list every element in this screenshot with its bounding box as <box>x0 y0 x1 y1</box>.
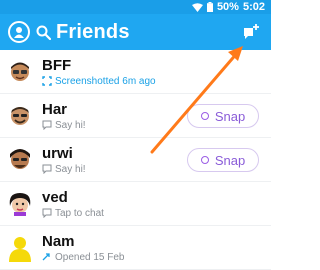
friend-status: Say hi! <box>42 120 86 131</box>
new-chat-button[interactable] <box>239 20 263 44</box>
bitmoji-avatar <box>6 58 34 86</box>
screenshot-icon <box>42 76 52 86</box>
page-title: Friends <box>56 20 130 43</box>
friend-status-text: Say hi! <box>55 119 86 131</box>
ghost-icon <box>14 27 24 38</box>
friend-status-text: Opened 15 Feb <box>55 251 125 263</box>
snap-button[interactable]: Snap <box>187 104 259 128</box>
chat-bubble-icon <box>42 208 52 218</box>
bitmoji-avatar <box>6 146 34 174</box>
friend-name: ved <box>42 188 68 206</box>
status-bar: 50% 5:02 <box>0 0 271 14</box>
friend-row-urwi[interactable]: urwi Say hi! Snap <box>0 138 271 182</box>
battery-percent: 50% <box>216 1 239 13</box>
friend-status-text: Say hi! <box>55 163 86 175</box>
default-avatar <box>6 234 34 262</box>
chat-bubble-icon <box>42 120 52 130</box>
bitmoji-avatar <box>6 190 34 218</box>
bitmoji-avatar <box>6 102 34 130</box>
battery-icon <box>206 2 213 12</box>
friend-status-text: Tap to chat <box>55 207 104 219</box>
friend-name: Nam <box>42 232 75 250</box>
snap-dot-icon <box>200 112 209 120</box>
snap-button[interactable]: Snap <box>187 148 259 172</box>
search-button[interactable]: Friends <box>36 21 130 44</box>
friend-row-har[interactable]: Har Say hi! Snap <box>0 94 271 138</box>
profile-avatar-button[interactable] <box>8 21 30 43</box>
app-bar: Friends <box>0 14 271 50</box>
snap-button-label: Snap <box>214 152 246 168</box>
friend-status-text: Screenshotted 6m ago <box>55 75 156 87</box>
opened-arrow-icon <box>42 253 50 261</box>
friend-status: Opened 15 Feb <box>42 252 125 263</box>
chat-bubble-icon <box>42 164 52 174</box>
clock: 5:02 <box>242 1 265 13</box>
friend-name: urwi <box>42 144 73 162</box>
friend-name: Har <box>42 100 68 118</box>
friend-row-nam[interactable]: Nam Opened 15 Feb <box>0 226 271 270</box>
snap-button-label: Snap <box>214 108 246 124</box>
friends-list: BFF Screenshotted 6m ago Har Say hi! Sna… <box>0 50 271 270</box>
new-chat-icon <box>244 24 259 39</box>
friend-row-ved[interactable]: ved Tap to chat <box>0 182 271 226</box>
wifi-icon <box>191 2 203 12</box>
friend-row-bff[interactable]: BFF Screenshotted 6m ago <box>0 50 271 94</box>
search-icon <box>36 25 51 40</box>
friend-status: Tap to chat <box>42 208 104 219</box>
friend-status: Screenshotted 6m ago <box>42 76 156 87</box>
friend-name: BFF <box>42 56 72 74</box>
friend-status: Say hi! <box>42 164 86 175</box>
snap-dot-icon <box>200 156 209 164</box>
